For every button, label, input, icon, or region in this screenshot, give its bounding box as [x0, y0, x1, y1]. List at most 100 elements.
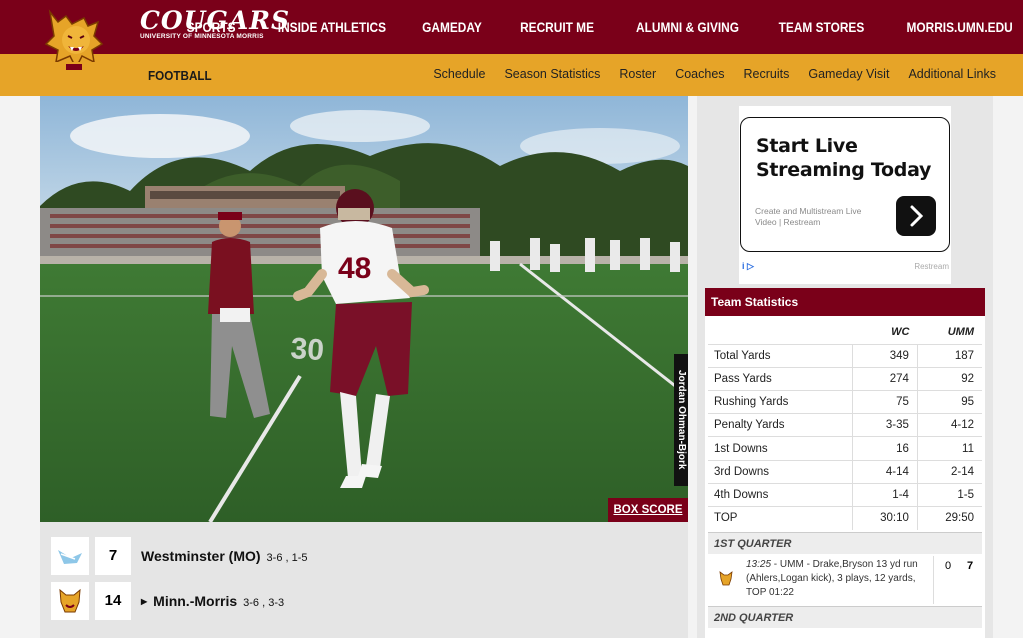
- play-score-wc: 0: [944, 560, 952, 572]
- ad-title-line2: Streaming Today: [756, 159, 932, 181]
- table-header-row: WC UMM: [708, 321, 982, 344]
- link-schedule[interactable]: Schedule: [433, 67, 485, 81]
- sport-subnav: FOOTBALL Schedule Season Statistics Rost…: [0, 54, 1023, 96]
- play-text: - UMM - Drake,Bryson 13 yd run (Ahlers,L…: [746, 559, 918, 598]
- stat-umm: 92: [916, 366, 982, 391]
- cougar-play-icon: [716, 568, 736, 588]
- stat-label: 3rd Downs: [708, 459, 852, 484]
- stat-wc: 30:10: [851, 505, 918, 530]
- ad-desc-line1: Create and Multistream Live: [755, 206, 862, 216]
- ad-title-line1: Start Live: [756, 135, 858, 157]
- stat-umm: 11: [916, 436, 982, 461]
- stat-wc: 274: [851, 366, 918, 391]
- link-coaches[interactable]: Coaches: [675, 67, 724, 81]
- link-recruits[interactable]: Recruits: [744, 67, 790, 81]
- box-score-button[interactable]: BOX SCORE: [608, 498, 688, 522]
- westminster-logo-icon: [51, 537, 89, 575]
- team-statistics-title: Team Statistics: [705, 288, 985, 316]
- home-team-name: Minn.-Morris: [153, 593, 238, 609]
- stat-umm: 95: [916, 390, 982, 414]
- play-time: 13:25: [746, 559, 772, 570]
- quarter-1-header: 1ST QUARTER: [708, 532, 982, 554]
- nav-sports[interactable]: SPORTS: [186, 20, 235, 35]
- ad-brand: Restream: [914, 262, 949, 271]
- away-record: 3-6 , 1-5: [266, 552, 308, 564]
- nav-gameday[interactable]: GAMEDAY: [422, 20, 482, 35]
- home-record: 3-6 , 3-3: [243, 597, 285, 609]
- nav-alumni-giving[interactable]: ALUMNI & GIVING: [636, 20, 739, 35]
- away-score: 7: [95, 537, 131, 575]
- ad-arrow-button[interactable]: [896, 196, 936, 236]
- ad-desc-line2: Video | Restream: [755, 217, 821, 227]
- stat-label: Total Yards: [708, 343, 852, 368]
- stat-label: Penalty Yards: [708, 413, 852, 437]
- game-photo: 30 48 Jordan Ohman-Bjork BOX SCORE: [40, 96, 688, 522]
- team-statistics-panel: Team Statistics WC UMM Total Yards 349 187 …: [705, 288, 985, 638]
- cougar-logo-icon[interactable]: [36, 4, 116, 80]
- table-row: 3rd Downs 4-14 2-14: [708, 459, 982, 484]
- col-umm: UMM: [947, 326, 974, 339]
- sport-links: Schedule Season Statistics Roster Coache…: [414, 67, 996, 81]
- photo-credit: Jordan Ohman-Bjork: [674, 354, 688, 486]
- link-season-statistics[interactable]: Season Statistics: [504, 67, 600, 81]
- stat-wc: 4-14: [851, 459, 918, 484]
- stat-umm: 4-12: [916, 413, 982, 437]
- nav-recruit-me[interactable]: RECRUIT ME: [520, 20, 594, 35]
- table-row: Pass Yards 274 92: [708, 366, 982, 391]
- team-statistics-table: WC UMM Total Yards 349 187 Pass Yards 274 92 …: [708, 321, 982, 530]
- home-score: 14: [95, 582, 131, 620]
- cougar-small-logo-icon: [51, 582, 89, 620]
- stat-label: 1st Downs: [708, 436, 852, 461]
- quarter-2-header: 2ND QUARTER: [708, 606, 982, 628]
- stat-wc: 349: [851, 343, 918, 368]
- ad-info-icon[interactable]: i ▷: [742, 261, 754, 272]
- away-team[interactable]: Westminster (MO) 3-6 , 1-5: [141, 548, 308, 564]
- link-gameday-visit[interactable]: Gameday Visit: [808, 67, 889, 81]
- stat-label: Rushing Yards: [708, 390, 852, 414]
- stat-wc: 16: [851, 436, 918, 461]
- ad-card[interactable]: Start Live Streaming Today Create and Mul…: [740, 117, 950, 252]
- table-row: Penalty Yards 3-35 4-12: [708, 413, 982, 437]
- home-team[interactable]: ▶ Minn.-Morris 3-6 , 3-3: [141, 593, 284, 609]
- jersey-number: 48: [338, 252, 371, 285]
- table-row: Total Yards 349 187: [708, 343, 982, 368]
- stat-wc: 3-35: [851, 413, 918, 437]
- winner-arrow-icon: ▶: [141, 597, 148, 606]
- play-divider: [933, 556, 934, 604]
- chevron-right-icon: [910, 205, 924, 227]
- nav-inside-athletics[interactable]: INSIDE ATHLETICS: [278, 20, 386, 35]
- yard-marker: 30: [290, 332, 326, 367]
- play-description: 13:25 - UMM - Drake,Bryson 13 yd run (Ah…: [746, 558, 936, 600]
- ad-description: Create and Multistream Live Video | Restr…: [755, 206, 885, 228]
- stat-umm: 2-14: [916, 459, 982, 484]
- stat-umm: 1-5: [916, 482, 982, 507]
- main-content: 30 48 Jordan Ohman-Bjork BOX SCORE 7 Wes…: [40, 96, 688, 638]
- top-header: COUGARS UNIVERSITY OF MINNESOTA MORRIS S…: [0, 0, 1023, 54]
- play-score-umm: 7: [966, 560, 974, 572]
- away-team-name: Westminster (MO): [141, 548, 261, 564]
- stat-label: TOP: [708, 505, 852, 530]
- link-roster[interactable]: Roster: [619, 67, 656, 81]
- scoreboard-row-away: 7 Westminster (MO) 3-6 , 1-5: [51, 537, 671, 575]
- sport-title[interactable]: FOOTBALL: [148, 68, 212, 83]
- table-row: 4th Downs 1-4 1-5: [708, 482, 982, 507]
- stat-wc: 1-4: [851, 482, 918, 507]
- sidebar: Start Live Streaming Today Create and Mul…: [697, 96, 993, 638]
- table-row: 1st Downs 16 11: [708, 436, 982, 461]
- table-row: Rushing Yards 75 95: [708, 390, 982, 414]
- main-nav: SPORTS INSIDE ATHLETICS GAMEDAY RECRUIT …: [152, 0, 1013, 54]
- link-additional-links[interactable]: Additional Links: [908, 67, 996, 81]
- table-row: TOP 30:10 29:50: [708, 505, 982, 530]
- stat-label: 4th Downs: [708, 482, 852, 507]
- col-wc: WC: [891, 326, 910, 339]
- stat-umm: 187: [916, 343, 982, 368]
- scoreboard-row-home: 14 ▶ Minn.-Morris 3-6 , 3-3: [51, 582, 671, 620]
- nav-morris-umn-edu[interactable]: MORRIS.UMN.EDU: [907, 20, 1013, 35]
- nav-team-stores[interactable]: TEAM STORES: [779, 20, 865, 35]
- ad-title: Start Live Streaming Today: [756, 134, 931, 182]
- scoring-play-item: 13:25 - UMM - Drake,Bryson 13 yd run (Ah…: [708, 556, 982, 608]
- stat-wc: 75: [851, 390, 918, 414]
- stat-label: Pass Yards: [708, 366, 852, 391]
- ad-banner[interactable]: Start Live Streaming Today Create and Mul…: [739, 106, 951, 284]
- stat-umm: 29:50: [916, 505, 982, 530]
